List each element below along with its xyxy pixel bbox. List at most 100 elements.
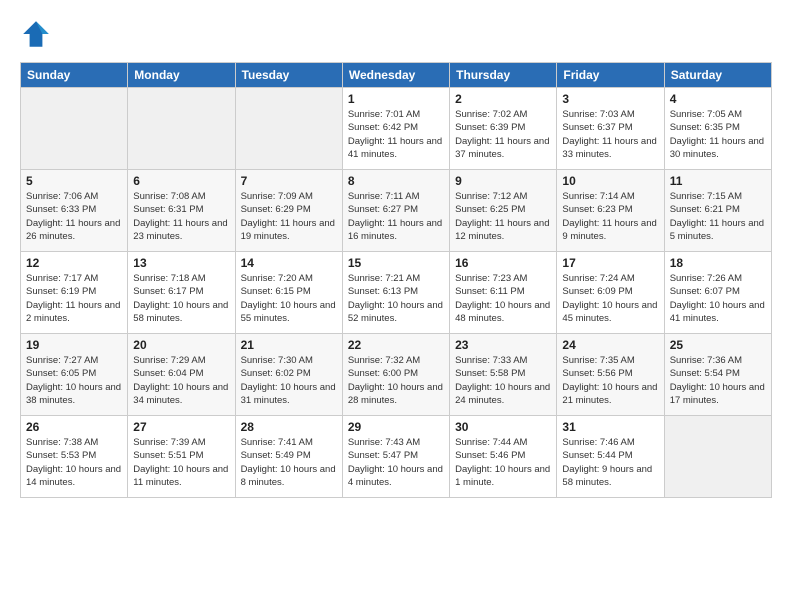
day-number: 17 xyxy=(562,256,658,270)
day-info: Sunrise: 7:01 AM Sunset: 6:42 PM Dayligh… xyxy=(348,108,444,161)
day-header-sunday: Sunday xyxy=(21,63,128,88)
day-cell-23: 23 Sunrise: 7:33 AM Sunset: 5:58 PM Dayli… xyxy=(450,334,557,416)
day-number: 3 xyxy=(562,92,658,106)
logo-icon xyxy=(20,18,52,50)
day-cell-20: 20Sunrise: 7:29 AM Sunset: 6:04 PM Dayli… xyxy=(128,334,235,416)
day-info: Sunrise: 7:20 AM Sunset: 6:15 PM Dayligh… xyxy=(241,272,337,325)
day-info: Sunrise: 7:24 AM Sunset: 6:09 PM Dayligh… xyxy=(562,272,658,325)
calendar-container: SundayMondayTuesdayWednesdayThursdayFrid… xyxy=(0,0,792,512)
day-cell-6: 6 Sunrise: 7:08 AM Sunset: 6:31 PM Daylig… xyxy=(128,170,235,252)
day-info: Sunrise: 7:12 AM Sunset: 6:25 PM Dayligh… xyxy=(455,190,551,243)
day-number: 28 xyxy=(241,420,337,434)
day-number: 9 xyxy=(455,174,551,188)
day-cell-29: 29 Sunrise: 7:43 AM Sunset: 5:47 PM Dayli… xyxy=(342,416,449,498)
day-number: 24 xyxy=(562,338,658,352)
day-number: 30 xyxy=(455,420,551,434)
day-info: Sunrise: 7:11 AM Sunset: 6:27 PM Dayligh… xyxy=(348,190,444,243)
day-cell-9: 9 Sunrise: 7:12 AM Sunset: 6:25 PM Daylig… xyxy=(450,170,557,252)
day-number: 18 xyxy=(670,256,766,270)
day-cell-13: 13 Sunrise: 7:18 AM Sunset: 6:17 PM Dayli… xyxy=(128,252,235,334)
day-info: Sunrise: 7:17 AM Sunset: 6:19 PM Dayligh… xyxy=(26,272,122,325)
day-number: 2 xyxy=(455,92,551,106)
days-header-row: SundayMondayTuesdayWednesdayThursdayFrid… xyxy=(21,63,772,88)
week-row-2: 5 Sunrise: 7:06 AM Sunset: 6:33 PM Daylig… xyxy=(21,170,772,252)
day-number: 23 xyxy=(455,338,551,352)
day-info: Sunrise: 7:03 AM Sunset: 6:37 PM Dayligh… xyxy=(562,108,658,161)
day-number: 15 xyxy=(348,256,444,270)
week-row-3: 12 Sunrise: 7:17 AM Sunset: 6:19 PM Dayli… xyxy=(21,252,772,334)
day-number: 21 xyxy=(241,338,337,352)
day-cell-28: 28 Sunrise: 7:41 AM Sunset: 5:49 PM Dayli… xyxy=(235,416,342,498)
day-header-wednesday: Wednesday xyxy=(342,63,449,88)
logo xyxy=(20,18,56,50)
day-cell-14: 14 Sunrise: 7:20 AM Sunset: 6:15 PM Dayli… xyxy=(235,252,342,334)
day-info: Sunrise: 7:06 AM Sunset: 6:33 PM Dayligh… xyxy=(26,190,122,243)
day-number: 19 xyxy=(26,338,122,352)
day-cell-2: 2 Sunrise: 7:02 AM Sunset: 6:39 PM Daylig… xyxy=(450,88,557,170)
day-info: Sunrise: 7:33 AM Sunset: 5:58 PM Dayligh… xyxy=(455,354,551,407)
empty-cell xyxy=(664,416,771,498)
day-cell-26: 26Sunrise: 7:38 AM Sunset: 5:53 PM Dayli… xyxy=(21,416,128,498)
day-info: Sunrise: 7:15 AM Sunset: 6:21 PM Dayligh… xyxy=(670,190,766,243)
day-info: Sunrise: 7:41 AM Sunset: 5:49 PM Dayligh… xyxy=(241,436,337,489)
header xyxy=(20,18,772,50)
day-cell-12: 12 Sunrise: 7:17 AM Sunset: 6:19 PM Dayli… xyxy=(21,252,128,334)
day-cell-15: 15 Sunrise: 7:21 AM Sunset: 6:13 PM Dayli… xyxy=(342,252,449,334)
day-number: 13 xyxy=(133,256,229,270)
day-cell-30: 30 Sunrise: 7:44 AM Sunset: 5:46 PM Dayli… xyxy=(450,416,557,498)
day-cell-19: 19Sunrise: 7:27 AM Sunset: 6:05 PM Dayli… xyxy=(21,334,128,416)
day-info: Sunrise: 7:05 AM Sunset: 6:35 PM Dayligh… xyxy=(670,108,766,161)
day-cell-10: 10 Sunrise: 7:14 AM Sunset: 6:23 PM Dayli… xyxy=(557,170,664,252)
day-cell-8: 8Sunrise: 7:11 AM Sunset: 6:27 PM Daylig… xyxy=(342,170,449,252)
day-info: Sunrise: 7:43 AM Sunset: 5:47 PM Dayligh… xyxy=(348,436,444,489)
week-row-1: 1 Sunrise: 7:01 AM Sunset: 6:42 PM Daylig… xyxy=(21,88,772,170)
day-cell-3: 3 Sunrise: 7:03 AM Sunset: 6:37 PM Daylig… xyxy=(557,88,664,170)
day-info: Sunrise: 7:09 AM Sunset: 6:29 PM Dayligh… xyxy=(241,190,337,243)
day-info: Sunrise: 7:36 AM Sunset: 5:54 PM Dayligh… xyxy=(670,354,766,407)
day-header-monday: Monday xyxy=(128,63,235,88)
week-row-4: 19Sunrise: 7:27 AM Sunset: 6:05 PM Dayli… xyxy=(21,334,772,416)
day-info: Sunrise: 7:02 AM Sunset: 6:39 PM Dayligh… xyxy=(455,108,551,161)
day-number: 11 xyxy=(670,174,766,188)
day-number: 16 xyxy=(455,256,551,270)
day-info: Sunrise: 7:44 AM Sunset: 5:46 PM Dayligh… xyxy=(455,436,551,489)
day-cell-17: 17 Sunrise: 7:24 AM Sunset: 6:09 PM Dayli… xyxy=(557,252,664,334)
day-header-friday: Friday xyxy=(557,63,664,88)
empty-cell xyxy=(21,88,128,170)
empty-cell xyxy=(235,88,342,170)
day-cell-22: 22Sunrise: 7:32 AM Sunset: 6:00 PM Dayli… xyxy=(342,334,449,416)
day-info: Sunrise: 7:26 AM Sunset: 6:07 PM Dayligh… xyxy=(670,272,766,325)
day-header-saturday: Saturday xyxy=(664,63,771,88)
day-cell-4: 4Sunrise: 7:05 AM Sunset: 6:35 PM Daylig… xyxy=(664,88,771,170)
day-number: 31 xyxy=(562,420,658,434)
day-cell-16: 16Sunrise: 7:23 AM Sunset: 6:11 PM Dayli… xyxy=(450,252,557,334)
day-number: 10 xyxy=(562,174,658,188)
day-number: 27 xyxy=(133,420,229,434)
day-info: Sunrise: 7:32 AM Sunset: 6:00 PM Dayligh… xyxy=(348,354,444,407)
day-header-tuesday: Tuesday xyxy=(235,63,342,88)
day-info: Sunrise: 7:21 AM Sunset: 6:13 PM Dayligh… xyxy=(348,272,444,325)
day-info: Sunrise: 7:39 AM Sunset: 5:51 PM Dayligh… xyxy=(133,436,229,489)
day-number: 12 xyxy=(26,256,122,270)
day-cell-7: 7 Sunrise: 7:09 AM Sunset: 6:29 PM Daylig… xyxy=(235,170,342,252)
day-cell-31: 31Sunrise: 7:46 AM Sunset: 5:44 PM Dayli… xyxy=(557,416,664,498)
day-number: 5 xyxy=(26,174,122,188)
day-info: Sunrise: 7:14 AM Sunset: 6:23 PM Dayligh… xyxy=(562,190,658,243)
day-cell-25: 25 Sunrise: 7:36 AM Sunset: 5:54 PM Dayli… xyxy=(664,334,771,416)
day-number: 20 xyxy=(133,338,229,352)
day-number: 14 xyxy=(241,256,337,270)
day-header-thursday: Thursday xyxy=(450,63,557,88)
day-number: 6 xyxy=(133,174,229,188)
day-number: 7 xyxy=(241,174,337,188)
empty-cell xyxy=(128,88,235,170)
day-cell-24: 24Sunrise: 7:35 AM Sunset: 5:56 PM Dayli… xyxy=(557,334,664,416)
day-cell-11: 11 Sunrise: 7:15 AM Sunset: 6:21 PM Dayli… xyxy=(664,170,771,252)
day-info: Sunrise: 7:08 AM Sunset: 6:31 PM Dayligh… xyxy=(133,190,229,243)
day-number: 25 xyxy=(670,338,766,352)
day-info: Sunrise: 7:18 AM Sunset: 6:17 PM Dayligh… xyxy=(133,272,229,325)
day-cell-1: 1 Sunrise: 7:01 AM Sunset: 6:42 PM Daylig… xyxy=(342,88,449,170)
day-info: Sunrise: 7:30 AM Sunset: 6:02 PM Dayligh… xyxy=(241,354,337,407)
day-info: Sunrise: 7:38 AM Sunset: 5:53 PM Dayligh… xyxy=(26,436,122,489)
day-number: 1 xyxy=(348,92,444,106)
day-number: 29 xyxy=(348,420,444,434)
